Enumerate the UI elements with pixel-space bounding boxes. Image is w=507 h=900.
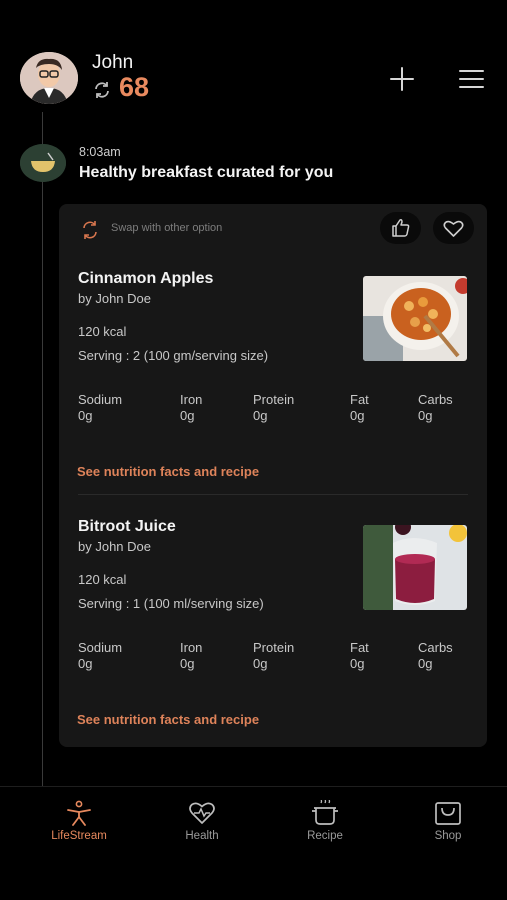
like-button[interactable] xyxy=(380,212,421,244)
nutrient-label: Fat xyxy=(350,640,369,655)
nutrition-recipe-link[interactable]: See nutrition facts and recipe xyxy=(77,464,259,479)
user-avatar[interactable] xyxy=(20,52,78,104)
item-author: by John Doe xyxy=(78,539,151,554)
nav-label: Health xyxy=(185,830,219,842)
add-icon[interactable] xyxy=(389,66,415,92)
nutrient-label: Protein xyxy=(253,640,295,655)
nutrient-value: 0g xyxy=(180,656,195,671)
cooking-pot-icon xyxy=(312,800,338,825)
nutrient-value: 0g xyxy=(180,408,195,423)
nav-shop[interactable]: Shop xyxy=(403,800,493,842)
item-serving: Serving : 1 (100 ml/serving size) xyxy=(78,596,264,611)
bitroot-juice-image[interactable] xyxy=(363,525,467,610)
nutrient-value: 0g xyxy=(78,656,93,671)
nutrient-value: 0g xyxy=(350,408,365,423)
nutrient-label: Fat xyxy=(350,392,369,407)
cinnamon-apples-image[interactable] xyxy=(363,276,467,361)
breakfast-bowl-icon xyxy=(20,144,66,182)
nutrient-value: 0g xyxy=(418,408,433,423)
nutrient-label: Iron xyxy=(180,392,203,407)
item-calories: 120 kcal xyxy=(78,324,127,339)
nav-recipe[interactable]: Recipe xyxy=(280,800,370,842)
feed-headline: Healthy breakfast curated for you xyxy=(79,164,334,181)
item-title[interactable]: Cinnamon Apples xyxy=(78,270,213,288)
item-calories: 120 kcal xyxy=(78,572,127,587)
nav-lifestream[interactable]: LifeStream xyxy=(34,800,124,842)
user-name: John xyxy=(92,52,134,73)
header: John 68 xyxy=(0,0,507,120)
swap-icon xyxy=(83,221,97,239)
item-divider xyxy=(78,494,468,495)
swap-label: Swap with other option xyxy=(111,222,223,234)
nutrient-value: 0g xyxy=(350,656,365,671)
nutrition-recipe-link[interactable]: See nutrition facts and recipe xyxy=(77,712,259,727)
nutrient-value: 0g xyxy=(78,408,93,423)
item-author: by John Doe xyxy=(78,291,151,306)
menu-icon[interactable] xyxy=(458,68,485,90)
nutrient-value: 0g xyxy=(418,656,433,671)
nav-health[interactable]: Health xyxy=(157,800,247,842)
heart-pulse-icon xyxy=(189,802,215,824)
timeline-line xyxy=(42,112,43,788)
person-stretch-icon xyxy=(67,800,91,826)
nav-label: LifeStream xyxy=(51,830,107,842)
shopping-bag-icon xyxy=(435,802,461,825)
item-serving: Serving : 2 (100 gm/serving size) xyxy=(78,348,269,363)
nutrient-value: 0g xyxy=(253,656,268,671)
nutrient-label: Sodium xyxy=(78,640,123,655)
nutrient-label: Sodium xyxy=(78,392,123,407)
nutrient-label: Carbs xyxy=(418,392,453,407)
feed-time: 8:03am xyxy=(79,145,121,159)
item-title[interactable]: Bitroot Juice xyxy=(78,518,176,536)
score-value: 68 xyxy=(119,72,150,102)
nutrient-label: Carbs xyxy=(418,640,453,655)
heart-icon xyxy=(443,220,464,237)
thumbs-up-icon xyxy=(392,219,410,237)
nav-label: Shop xyxy=(434,830,462,842)
nutrient-value: 0g xyxy=(253,408,268,423)
refresh-icon xyxy=(95,82,109,98)
nav-label: Recipe xyxy=(307,830,343,842)
nutrient-label: Protein xyxy=(253,392,295,407)
favorite-button[interactable] xyxy=(433,212,474,244)
nutrient-label: Iron xyxy=(180,640,203,655)
